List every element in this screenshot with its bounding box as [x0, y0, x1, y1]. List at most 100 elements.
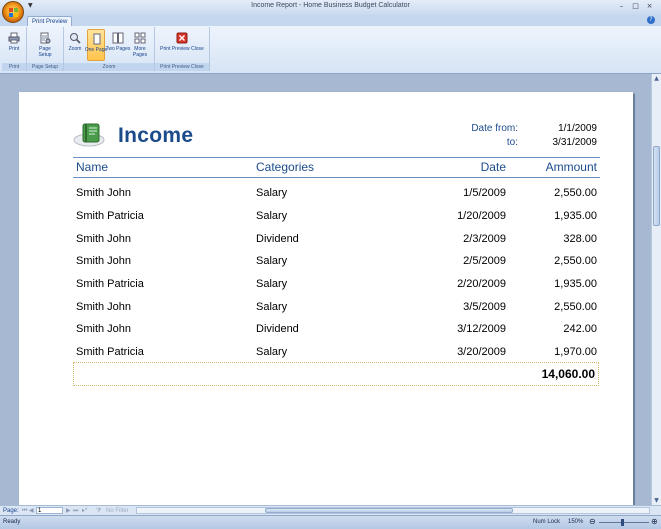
cell-amount: 2,550.00	[554, 301, 597, 313]
table-row: Smith Patricia Salary 2/20/2009 1,935.00	[19, 278, 633, 296]
total-box: 14,060.00	[73, 362, 599, 386]
cell-date: 3/12/2009	[457, 323, 506, 335]
cell-amount: 1,970.00	[554, 346, 597, 358]
group-label-close: Print Preview Close	[155, 63, 209, 71]
page-shadow	[633, 94, 635, 505]
cell-name: Smith John	[76, 301, 132, 313]
vertical-scroll-thumb[interactable]	[653, 146, 660, 226]
cell-category: Salary	[256, 187, 288, 199]
report-page: Income Date from: 1/1/2009 to: 3/31/2009…	[19, 92, 633, 505]
table-row: Smith John Salary 2/5/2009 2,550.00	[19, 255, 633, 273]
cell-amount: 242.00	[563, 323, 597, 335]
cell-category: Salary	[256, 255, 288, 267]
scroll-up-icon[interactable]: ▲	[652, 74, 661, 83]
zoom-slider-thumb[interactable]	[621, 519, 624, 526]
scroll-down-icon[interactable]: ▼	[652, 496, 661, 505]
close-preview-icon	[176, 32, 188, 44]
page-navigation-bar: Page: ⏮ ◀ 1 ▶ ⏭ ▸* ⧩ No Filter	[0, 505, 661, 515]
table-row: Smith Patricia Salary 1/20/2009 1,935.00	[19, 210, 633, 228]
column-header-categories: Categories	[256, 160, 315, 174]
column-header-name: Name	[76, 160, 109, 174]
cell-amount: 2,550.00	[554, 187, 597, 199]
group-page-setup: Page Setup Page Setup	[27, 27, 64, 71]
cell-name: Smith Patricia	[76, 346, 144, 358]
header-rule-bottom	[73, 177, 600, 178]
cell-date: 2/5/2009	[463, 255, 506, 267]
cell-date: 3/5/2009	[463, 301, 506, 313]
close-button[interactable]: ×	[645, 2, 654, 11]
ledger-book-icon	[73, 123, 105, 147]
print-button[interactable]: Print	[5, 29, 23, 61]
close-preview-button[interactable]: Print Preview Close	[160, 29, 204, 61]
cell-date: 2/3/2009	[463, 233, 506, 245]
cell-amount: 2,550.00	[554, 255, 597, 267]
page-setup-button[interactable]: Page Setup	[36, 29, 54, 61]
cell-category: Salary	[256, 278, 288, 290]
maximize-button[interactable]: □	[631, 2, 640, 11]
office-button[interactable]	[2, 1, 24, 23]
table-row: Smith John Salary 3/5/2009 2,550.00	[19, 301, 633, 319]
window-title: Income Report - Home Business Budget Cal…	[251, 2, 410, 9]
ribbon: Print Print Page Setup Page Setup Zoom O…	[0, 26, 661, 74]
date-to-value: 3/31/2009	[552, 137, 598, 148]
first-page-icon[interactable]: ⏮	[22, 507, 27, 515]
magnifier-icon	[70, 33, 81, 44]
date-from-value: 1/1/2009	[558, 123, 597, 134]
header-rule-top	[73, 157, 600, 158]
page-nav-label: Page:	[3, 508, 19, 514]
horizontal-scrollbar[interactable]	[136, 507, 650, 514]
cell-date: 3/20/2009	[457, 346, 506, 358]
cell-name: Smith John	[76, 255, 132, 267]
cell-category: Salary	[256, 210, 288, 222]
group-print: Print Print	[2, 27, 27, 71]
cell-name: Smith John	[76, 233, 132, 245]
minimize-button[interactable]: –	[617, 2, 626, 11]
table-row: Smith John Salary 1/5/2009 2,550.00	[19, 187, 633, 205]
two-pages-icon	[112, 32, 124, 44]
no-filter-button[interactable]: No Filter	[106, 507, 129, 515]
cell-name: Smith John	[76, 187, 132, 199]
page-setup-icon	[40, 32, 51, 44]
printer-icon	[8, 32, 20, 44]
cell-amount: 328.00	[563, 233, 597, 245]
filter-icon: ⧩	[96, 508, 102, 514]
more-pages-button[interactable]: More Pages	[131, 29, 149, 61]
report-title: Income	[118, 124, 194, 147]
new-page-icon: ▸*	[82, 508, 88, 514]
close-preview-label: Print Preview Close	[160, 46, 204, 52]
cell-name: Smith John	[76, 323, 132, 335]
help-icon[interactable]: ?	[647, 16, 655, 24]
group-label-page-setup: Page Setup	[27, 63, 63, 71]
zoom-button[interactable]: Zoom	[66, 29, 84, 61]
more-pages-label: More Pages	[132, 46, 148, 58]
ribbon-tab-row: Print Preview ?	[0, 15, 661, 27]
group-zoom: Zoom One Page Two Pages More Pages Zoom	[64, 27, 155, 71]
status-ready: Ready	[3, 519, 21, 525]
cell-amount: 1,935.00	[554, 210, 597, 222]
cell-date: 2/20/2009	[457, 278, 506, 290]
zoom-out-icon[interactable]: ⊖	[589, 517, 596, 526]
column-header-amount: Ammount	[545, 160, 597, 174]
last-page-icon[interactable]: ⏭	[73, 507, 78, 515]
previous-page-icon[interactable]: ◀	[29, 507, 34, 515]
table-row: Smith John Dividend 2/3/2009 328.00	[19, 233, 633, 251]
zoom-level[interactable]: 150%	[568, 519, 583, 525]
one-page-button[interactable]: One Page	[85, 29, 107, 61]
vertical-scrollbar[interactable]: ▲ ▼	[651, 74, 661, 505]
status-bar: Ready Num Lock 150% ⊖ ⊕	[0, 515, 661, 529]
table-row: Smith John Dividend 3/12/2009 242.00	[19, 323, 633, 341]
cell-category: Salary	[256, 346, 288, 358]
date-from-label: Date from:	[471, 123, 518, 134]
more-pages-icon	[134, 32, 146, 44]
preview-workspace[interactable]: Income Date from: 1/1/2009 to: 3/31/2009…	[0, 74, 651, 505]
zoom-in-icon[interactable]: ⊕	[651, 517, 658, 526]
two-pages-button[interactable]: Two Pages	[106, 29, 130, 61]
page-number-input[interactable]: 1	[36, 507, 63, 514]
horizontal-scroll-thumb[interactable]	[265, 508, 513, 513]
cell-category: Dividend	[256, 233, 299, 245]
title-bar: ▼ Income Report - Home Business Budget C…	[0, 0, 661, 16]
zoom-slider[interactable]	[599, 522, 649, 523]
group-label-zoom: Zoom	[64, 63, 154, 71]
next-page-icon[interactable]: ▶	[66, 507, 71, 515]
num-lock-indicator: Num Lock	[533, 519, 561, 525]
